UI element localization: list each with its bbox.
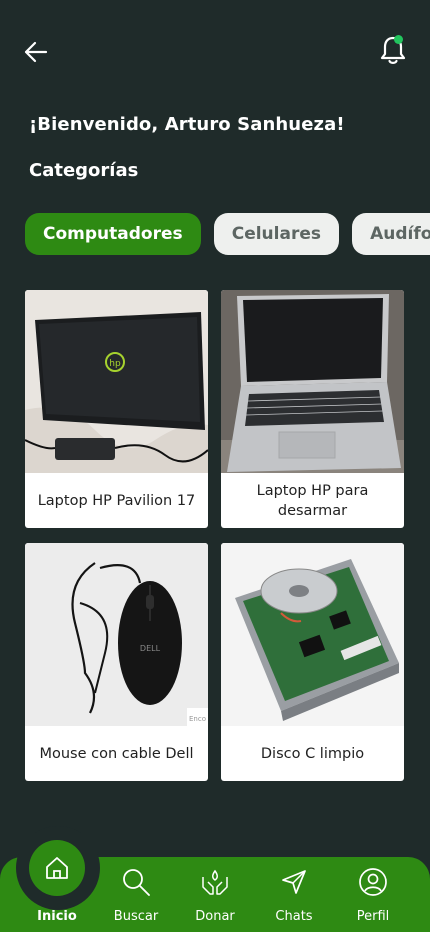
svg-text:hp: hp [109,359,121,369]
product-image-laptop [221,290,404,473]
category-chip-audifonos[interactable]: Audífonos [352,213,430,255]
donate-hands-icon [202,869,228,895]
nav-label-donate: Donar [195,909,235,924]
home-icon [46,857,68,879]
nav-item-chats[interactable]: Chats [255,857,333,932]
product-title: Disco C limpio [260,745,365,762]
nav-label-chats: Chats [275,909,313,924]
nav-label-profile: Perfil [356,909,390,924]
nav-item-home[interactable] [29,840,85,896]
notification-dot [394,35,403,44]
product-card[interactable]: DELL Enco Mouse con cable Dell [25,543,208,781]
image-watermark: Enco [189,715,206,723]
product-card[interactable]: hp Laptop HP Pavilion 17 [25,290,208,528]
product-card[interactable]: Laptop HP para desarmar [221,290,404,528]
product-title: Mouse con cable Dell [39,745,194,762]
category-chips: Computadores Celulares Audífonos [25,213,430,257]
nav-label-home: Inicio [37,909,77,924]
product-card[interactable]: Disco C limpio [221,543,404,781]
category-chip-computadores[interactable]: Computadores [25,213,201,255]
category-chip-celulares[interactable]: Celulares [213,213,339,255]
search-icon [123,869,150,896]
profile-icon [359,868,387,896]
svg-text:DELL: DELL [140,644,161,653]
product-image-hard-drive [221,543,404,726]
product-title: Laptop HP para desarmar [256,482,369,519]
send-icon [282,870,306,894]
product-title: Laptop HP Pavilion 17 [37,492,196,509]
product-image-laptop: hp [25,290,208,473]
nav-item-profile[interactable]: Perfil [334,857,412,932]
nav-item-donate[interactable]: Donar [176,857,254,932]
nav-label-search: Buscar [113,909,159,924]
notification-bell-icon[interactable] [378,34,408,66]
product-image-mouse: DELL Enco [25,543,208,726]
back-arrow-icon[interactable] [22,38,50,66]
categories-title: Categorías [29,160,139,181]
nav-item-search[interactable]: Buscar [97,857,175,932]
welcome-greeting: ¡Bienvenido, Arturo Sanhueza! [29,114,345,135]
